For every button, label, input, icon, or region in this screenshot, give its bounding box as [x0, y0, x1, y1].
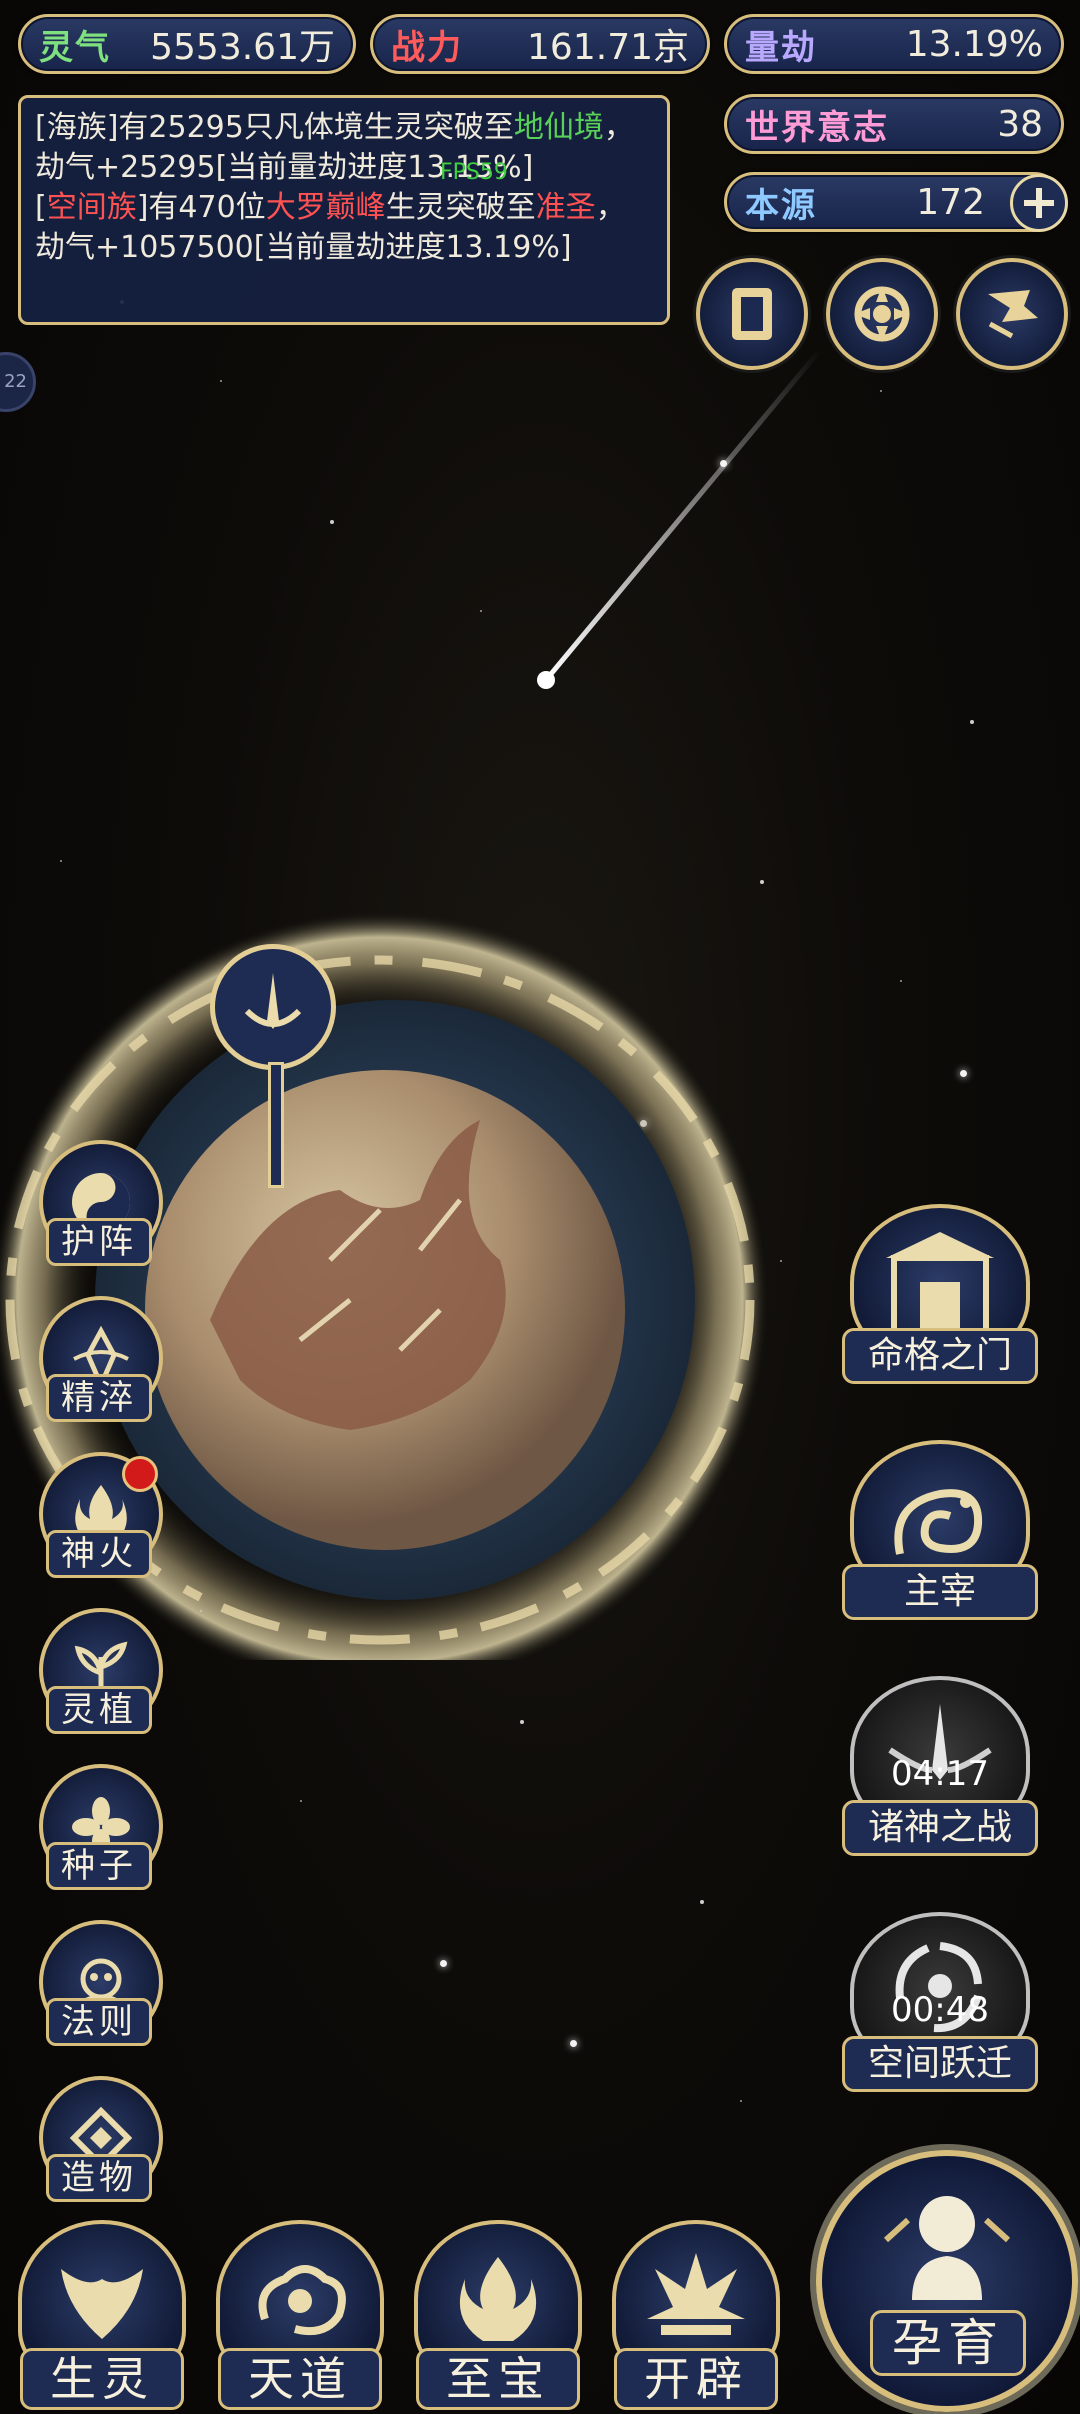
world-will-label: 世界意志	[745, 107, 889, 148]
fps-counter: FPS59	[440, 160, 508, 185]
log-entry: [海族]有25295只凡体境生灵突破至地仙境，劫气+25295[当前量劫进度13…	[35, 110, 634, 185]
treasure-flame-icon	[459, 2257, 537, 2341]
nurture-figure-icon	[883, 2196, 1011, 2300]
zhanli-stat[interactable]: 战力 161.71京	[370, 14, 710, 74]
shooting-star	[537, 348, 822, 689]
fire-burst-icon	[647, 2253, 745, 2335]
banner-button[interactable]	[956, 258, 1068, 370]
card-button[interactable]	[696, 258, 808, 370]
menu-jingcui[interactable]: 精淬	[38, 1296, 164, 1432]
menu-shenhuo-label: 神火	[46, 1530, 152, 1578]
menu-faze[interactable]: 法则	[38, 1920, 164, 2056]
menu-space-jump-label: 空间跃迁	[842, 2036, 1038, 2092]
menu-zhushen-war[interactable]: 04:17 诸神之战	[840, 1676, 1040, 1856]
menu-zaowu[interactable]: 造物	[38, 2076, 164, 2212]
lingqi-label: 灵气	[39, 27, 111, 68]
menu-lingzhi-label: 灵植	[46, 1686, 152, 1734]
menu-faze-label: 法则	[46, 1998, 152, 2046]
benyuan-value: 172	[916, 181, 985, 223]
menu-huzhen-label: 护阵	[46, 1218, 152, 1266]
menu-jingcui-label: 精淬	[46, 1374, 152, 1422]
menu-zhuzai-label: 主宰	[842, 1564, 1038, 1620]
card-icon	[732, 288, 772, 340]
menu-zhibao-label: 至宝	[416, 2348, 580, 2410]
menu-shengling-label: 生灵	[20, 2348, 184, 2410]
space-jump-timer: 00:48	[891, 1990, 989, 2030]
menu-tiandao-label: 天道	[218, 2348, 382, 2410]
menu-kaipi[interactable]: 开辟	[608, 2220, 784, 2414]
menu-mingge-label: 命格之门	[842, 1328, 1038, 1384]
benyuan-add-button[interactable]	[1010, 174, 1068, 232]
liangjie-label: 量劫	[745, 27, 817, 68]
zhanli-value: 161.71京	[527, 27, 689, 68]
menu-zhongzi-label: 种子	[46, 1842, 152, 1890]
dragon-icon	[894, 1489, 983, 1555]
menu-zhuzai[interactable]: 主宰	[840, 1440, 1040, 1620]
yunyu-main-button[interactable]: 孕育	[816, 2150, 1078, 2412]
sword-icon	[244, 973, 302, 1029]
menu-lingzhi[interactable]: 灵植	[38, 1608, 164, 1744]
zhushen-timer: 04:17	[891, 1754, 989, 1794]
world-will-value: 38	[997, 103, 1043, 145]
menu-zaowu-label: 造物	[46, 2154, 152, 2202]
menu-shengling[interactable]: 生灵	[14, 2220, 190, 2414]
cloud-swirl-icon	[258, 2265, 346, 2336]
lingqi-stat[interactable]: 灵气 5553.61万	[18, 14, 356, 74]
plus-icon	[1024, 188, 1054, 218]
liangjie-stat[interactable]: 量劫 13.19%	[724, 14, 1064, 74]
world-will-stat[interactable]: 世界意志 38	[724, 94, 1064, 154]
banner-icon	[988, 290, 1038, 339]
notification-dot	[122, 1456, 158, 1492]
menu-zhongzi[interactable]: 种子	[38, 1764, 164, 1900]
gate-icon	[886, 1232, 994, 1337]
phoenix-icon	[61, 2269, 143, 2339]
liangjie-value: 13.19%	[905, 23, 1043, 65]
event-log-panel[interactable]: [海族]有25295只凡体境生灵突破至地仙境，劫气+25295[当前量劫进度13…	[18, 95, 670, 325]
zhanli-label: 战力	[391, 27, 463, 68]
vortex-button[interactable]	[826, 258, 938, 370]
vortex-icon	[854, 286, 910, 342]
menu-huzhen[interactable]: 护阵	[38, 1140, 164, 1276]
menu-kaipi-label: 开辟	[614, 2348, 778, 2410]
menu-mingge-gate[interactable]: 命格之门	[840, 1204, 1040, 1384]
log-entry: [空间族]有470位大罗巅峰生灵突破至准圣，劫气+1057500[当前量劫进度1…	[35, 190, 626, 265]
benyuan-label: 本源	[745, 185, 817, 226]
lingqi-value: 5553.61万	[150, 27, 335, 68]
planet-marker-pin[interactable]	[210, 944, 350, 1188]
menu-zhibao[interactable]: 至宝	[410, 2220, 586, 2414]
menu-tiandao[interactable]: 天道	[212, 2220, 388, 2414]
menu-zhushen-label: 诸神之战	[842, 1800, 1038, 1856]
menu-space-jump[interactable]: 00:48 空间跃迁	[840, 1912, 1040, 2092]
menu-shenhuo[interactable]: 神火	[38, 1452, 164, 1588]
yunyu-label: 孕育	[870, 2310, 1026, 2376]
